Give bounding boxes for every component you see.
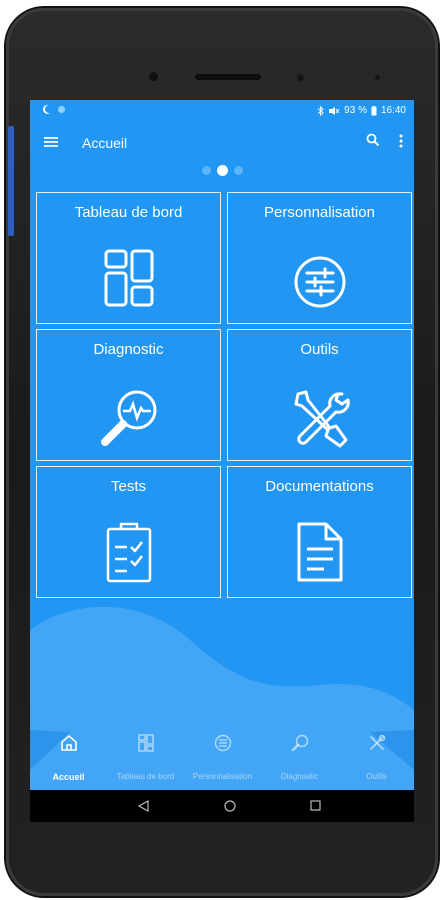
tile-tableau-de-bord[interactable]: Tableau de bord	[36, 192, 221, 324]
tile-label: Outils	[300, 341, 339, 358]
nav-diagnostic[interactable]: Diagnostic	[261, 730, 338, 790]
search-icon[interactable]	[366, 133, 380, 147]
nav-label: Diagnostic	[280, 772, 319, 781]
home-icon	[60, 734, 77, 751]
page-dot[interactable]	[233, 165, 243, 175]
tune-icon	[214, 734, 231, 752]
more-vert-icon[interactable]	[398, 133, 404, 149]
nav-label: Tableau de bord	[116, 772, 175, 781]
nav-label: Accueil	[52, 772, 85, 782]
diagnostic-icon	[100, 390, 156, 446]
bluetooth-icon	[317, 105, 324, 116]
nav-label: Personnalisation	[192, 772, 253, 781]
tile-label: Tableau de bord	[74, 204, 183, 221]
tile-personnalisation[interactable]: Personnalisation	[227, 192, 412, 324]
nav-accueil[interactable]: Accueil	[30, 730, 107, 790]
tile-outils[interactable]: Outils	[227, 329, 412, 461]
page-dot[interactable]	[201, 165, 211, 175]
tile-tests[interactable]: Tests	[36, 466, 221, 598]
page-dot-active[interactable]	[216, 164, 228, 176]
tile-label: Personnalisation	[264, 204, 375, 221]
tile-label: Documentations	[265, 478, 374, 495]
tile-diagnostic[interactable]: Diagnostic	[36, 329, 221, 461]
page-indicator	[30, 163, 414, 177]
battery-icon	[371, 105, 377, 115]
proximity-sensor	[297, 74, 304, 81]
nav-personnalisation[interactable]: Personnalisation	[184, 730, 261, 790]
moon-icon	[42, 104, 51, 114]
tile-label: Diagnostic	[93, 341, 164, 358]
tools-icon	[294, 390, 350, 448]
document-icon	[297, 522, 342, 582]
system-navigation-bar	[30, 790, 414, 822]
diagnostic-icon	[291, 734, 308, 752]
checklist-icon	[106, 522, 151, 583]
light-sensor	[375, 75, 380, 80]
app-screen: 93 % 16:40 Accueil Tableau de bord Perso…	[30, 100, 414, 822]
dashboard-icon	[137, 734, 154, 752]
recent-apps-icon[interactable]	[310, 800, 321, 811]
clock: 16:40	[380, 105, 406, 116]
nav-outils[interactable]: Outils	[338, 730, 414, 790]
tools-icon	[369, 734, 385, 750]
dashboard-icon	[104, 249, 153, 307]
home-button-icon[interactable]	[224, 800, 236, 812]
volume-button	[8, 126, 14, 236]
mute-icon	[329, 106, 340, 115]
app-notification-icon	[57, 105, 66, 114]
menu-icon[interactable]	[44, 136, 58, 148]
tune-icon	[294, 256, 345, 308]
tile-label: Tests	[110, 478, 146, 495]
battery-percent: 93 %	[344, 105, 367, 116]
nav-tableau-de-bord[interactable]: Tableau de bord	[107, 730, 184, 790]
status-bar: 93 % 16:40	[30, 100, 414, 122]
back-icon[interactable]	[138, 800, 149, 812]
nav-label: Outils	[366, 772, 387, 781]
app-bar: Accueil	[30, 122, 414, 164]
earpiece-speaker	[195, 74, 261, 80]
tile-documentations[interactable]: Documentations	[227, 466, 412, 598]
page-title: Accueil	[82, 135, 128, 151]
bottom-navigation: Accueil Tableau de bord Personnalisation	[30, 730, 414, 790]
front-camera	[149, 72, 158, 81]
menu-grid: Tableau de bord Personnalisation Diagnos…	[36, 192, 412, 598]
